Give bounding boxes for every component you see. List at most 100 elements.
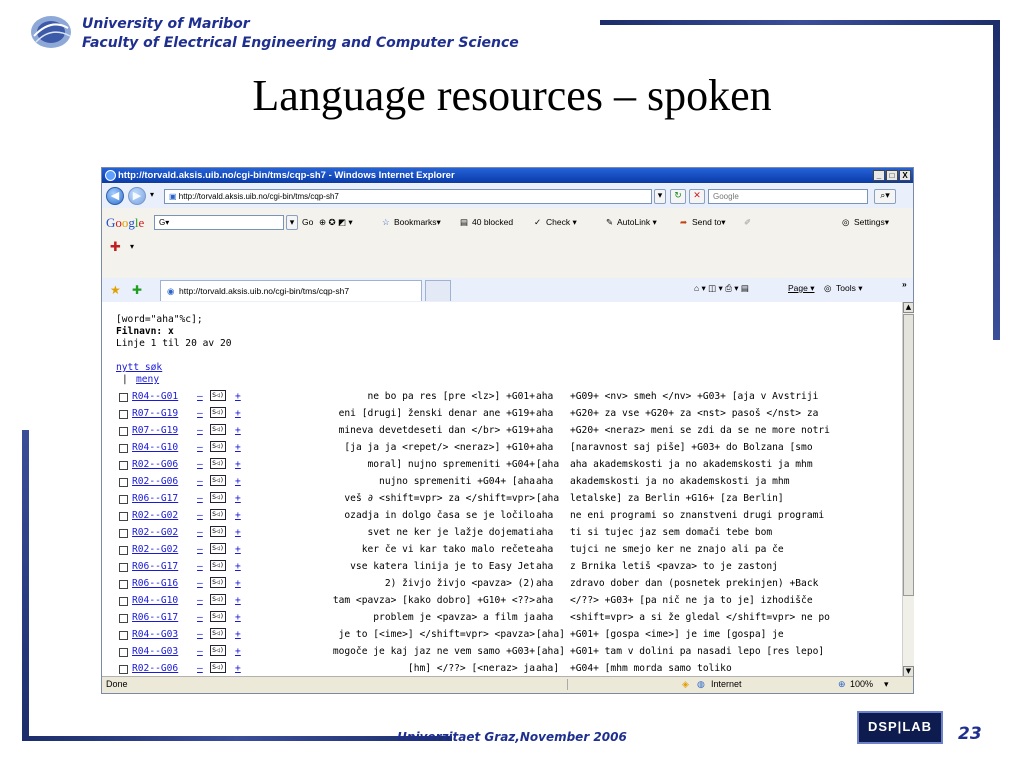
google-search-box[interactable]: G▾ <box>154 215 284 230</box>
addon-icon[interactable]: ✚ <box>110 240 121 255</box>
row-dash-link[interactable]: – <box>197 578 203 589</box>
bookmarks-menu[interactable]: Bookmarks▾ <box>394 217 441 228</box>
toolbar-tools-icon[interactable]: ⊕ ✪ ◩ ▾ <box>319 217 353 228</box>
maximize-button[interactable]: □ <box>886 170 898 181</box>
tab-current[interactable]: ◉ http://torvald.aksis.uib.no/cgi-bin/tm… <box>160 280 422 301</box>
row-expand-link[interactable]: + <box>235 425 241 436</box>
row-expand-link[interactable]: + <box>235 561 241 572</box>
row-dash-link[interactable]: – <box>197 408 203 419</box>
row-checkbox[interactable] <box>119 410 128 419</box>
spellcheck-button[interactable]: Check ▾ <box>546 217 577 228</box>
row-dash-link[interactable]: – <box>197 510 203 521</box>
speaker-icon[interactable]: S◁) <box>210 628 226 639</box>
row-checkbox[interactable] <box>119 529 128 538</box>
vertical-scrollbar[interactable]: ▲ ▼ <box>902 302 914 677</box>
speaker-icon[interactable]: S◁) <box>210 594 226 605</box>
row-dash-link[interactable]: – <box>197 612 203 623</box>
row-dash-link[interactable]: – <box>197 595 203 606</box>
row-checkbox[interactable] <box>119 563 128 572</box>
row-id-link[interactable]: R04--G01 <box>132 391 178 402</box>
row-id-link[interactable]: R02--G06 <box>132 476 178 487</box>
popup-blocked-button[interactable]: 40 blocked <box>472 217 513 227</box>
row-id-link[interactable]: R04--G10 <box>132 595 178 606</box>
new-tab-button[interactable] <box>425 280 451 301</box>
speaker-icon[interactable]: S◁) <box>210 662 226 673</box>
page-menu[interactable]: Page ▾ <box>788 283 814 294</box>
google-go-button[interactable]: Go <box>302 217 313 227</box>
row-checkbox[interactable] <box>119 546 128 555</box>
row-expand-link[interactable]: + <box>235 578 241 589</box>
row-expand-link[interactable]: + <box>235 527 241 538</box>
speaker-icon[interactable]: S◁) <box>210 441 226 452</box>
speaker-icon[interactable]: S◁) <box>210 424 226 435</box>
row-checkbox[interactable] <box>119 631 128 640</box>
refresh-icon[interactable]: ↻ <box>670 189 686 204</box>
row-checkbox[interactable] <box>119 444 128 453</box>
speaker-icon[interactable]: S◁) <box>210 492 226 503</box>
search-icon[interactable]: ⌕▾ <box>874 189 896 204</box>
stop-icon[interactable]: ✕ <box>689 189 705 204</box>
window-titlebar[interactable]: http://torvald.aksis.uib.no/cgi-bin/tms/… <box>102 168 913 183</box>
row-id-link[interactable]: R06--G17 <box>132 493 178 504</box>
row-dash-link[interactable]: – <box>197 391 203 402</box>
row-checkbox[interactable] <box>119 478 128 487</box>
home-icon[interactable]: ⌂ ▾ ◫ ▾ ⎙ ▾ ▤ <box>694 283 749 294</box>
row-id-link[interactable]: R02--G02 <box>132 510 178 521</box>
menu-link[interactable]: meny <box>136 374 159 385</box>
row-id-link[interactable]: R06--G16 <box>132 578 178 589</box>
row-expand-link[interactable]: + <box>235 612 241 623</box>
row-checkbox[interactable] <box>119 393 128 402</box>
speaker-icon[interactable]: S◁) <box>210 611 226 622</box>
row-id-link[interactable]: R02--G02 <box>132 544 178 555</box>
row-id-link[interactable]: R06--G17 <box>132 612 178 623</box>
row-dash-link[interactable]: – <box>197 425 203 436</box>
zoom-level[interactable]: 100% <box>850 677 873 692</box>
close-button[interactable]: X <box>899 170 911 181</box>
row-id-link[interactable]: R07--G19 <box>132 408 178 419</box>
row-expand-link[interactable]: + <box>235 408 241 419</box>
row-dash-link[interactable]: – <box>197 493 203 504</box>
speaker-icon[interactable]: S◁) <box>210 543 226 554</box>
autolink-button[interactable]: AutoLink ▾ <box>617 217 657 228</box>
favorites-star-icon[interactable]: ★ <box>110 283 121 297</box>
row-id-link[interactable]: R04--G03 <box>132 646 178 657</box>
row-expand-link[interactable]: + <box>235 442 241 453</box>
speaker-icon[interactable]: S◁) <box>210 407 226 418</box>
speaker-icon[interactable]: S◁) <box>210 577 226 588</box>
row-id-link[interactable]: R04--G10 <box>132 442 178 453</box>
row-checkbox[interactable] <box>119 427 128 436</box>
settings-button[interactable]: Settings▾ <box>854 217 889 228</box>
add-favorites-icon[interactable]: ✚ <box>132 283 142 297</box>
row-id-link[interactable]: R07--G19 <box>132 425 178 436</box>
more-commands-button[interactable]: » <box>902 279 907 289</box>
row-id-link[interactable]: R06--G17 <box>132 561 178 572</box>
row-dash-link[interactable]: – <box>197 459 203 470</box>
row-checkbox[interactable] <box>119 512 128 521</box>
row-checkbox[interactable] <box>119 648 128 657</box>
row-id-link[interactable]: R02--G06 <box>132 459 178 470</box>
speaker-icon[interactable]: S◁) <box>210 390 226 401</box>
row-id-link[interactable]: R04--G03 <box>132 629 178 640</box>
speaker-icon[interactable]: S◁) <box>210 458 226 469</box>
row-expand-link[interactable]: + <box>235 476 241 487</box>
zoom-dropdown-icon[interactable]: ▾ <box>884 677 889 692</box>
back-arrow-icon[interactable]: ◀ <box>106 187 124 205</box>
row-dash-link[interactable]: – <box>197 442 203 453</box>
new-search-link[interactable]: nytt søk <box>116 362 162 373</box>
row-expand-link[interactable]: + <box>235 629 241 640</box>
speaker-icon[interactable]: S◁) <box>210 475 226 486</box>
highlight-icon[interactable]: ✐ <box>744 217 751 228</box>
row-checkbox[interactable] <box>119 580 128 589</box>
forward-arrow-icon[interactable]: ▶ <box>128 187 146 205</box>
scrollbar-thumb[interactable] <box>903 314 914 596</box>
row-dash-link[interactable]: – <box>197 527 203 538</box>
history-dropdown-icon[interactable]: ▾ <box>150 190 154 199</box>
row-expand-link[interactable]: + <box>235 646 241 657</box>
speaker-icon[interactable]: S◁) <box>210 645 226 656</box>
row-dash-link[interactable]: – <box>197 561 203 572</box>
row-checkbox[interactable] <box>119 597 128 606</box>
search-input[interactable]: Google <box>708 189 868 204</box>
row-id-link[interactable]: R02--G02 <box>132 527 178 538</box>
row-dash-link[interactable]: – <box>197 476 203 487</box>
row-dash-link[interactable]: – <box>197 544 203 555</box>
